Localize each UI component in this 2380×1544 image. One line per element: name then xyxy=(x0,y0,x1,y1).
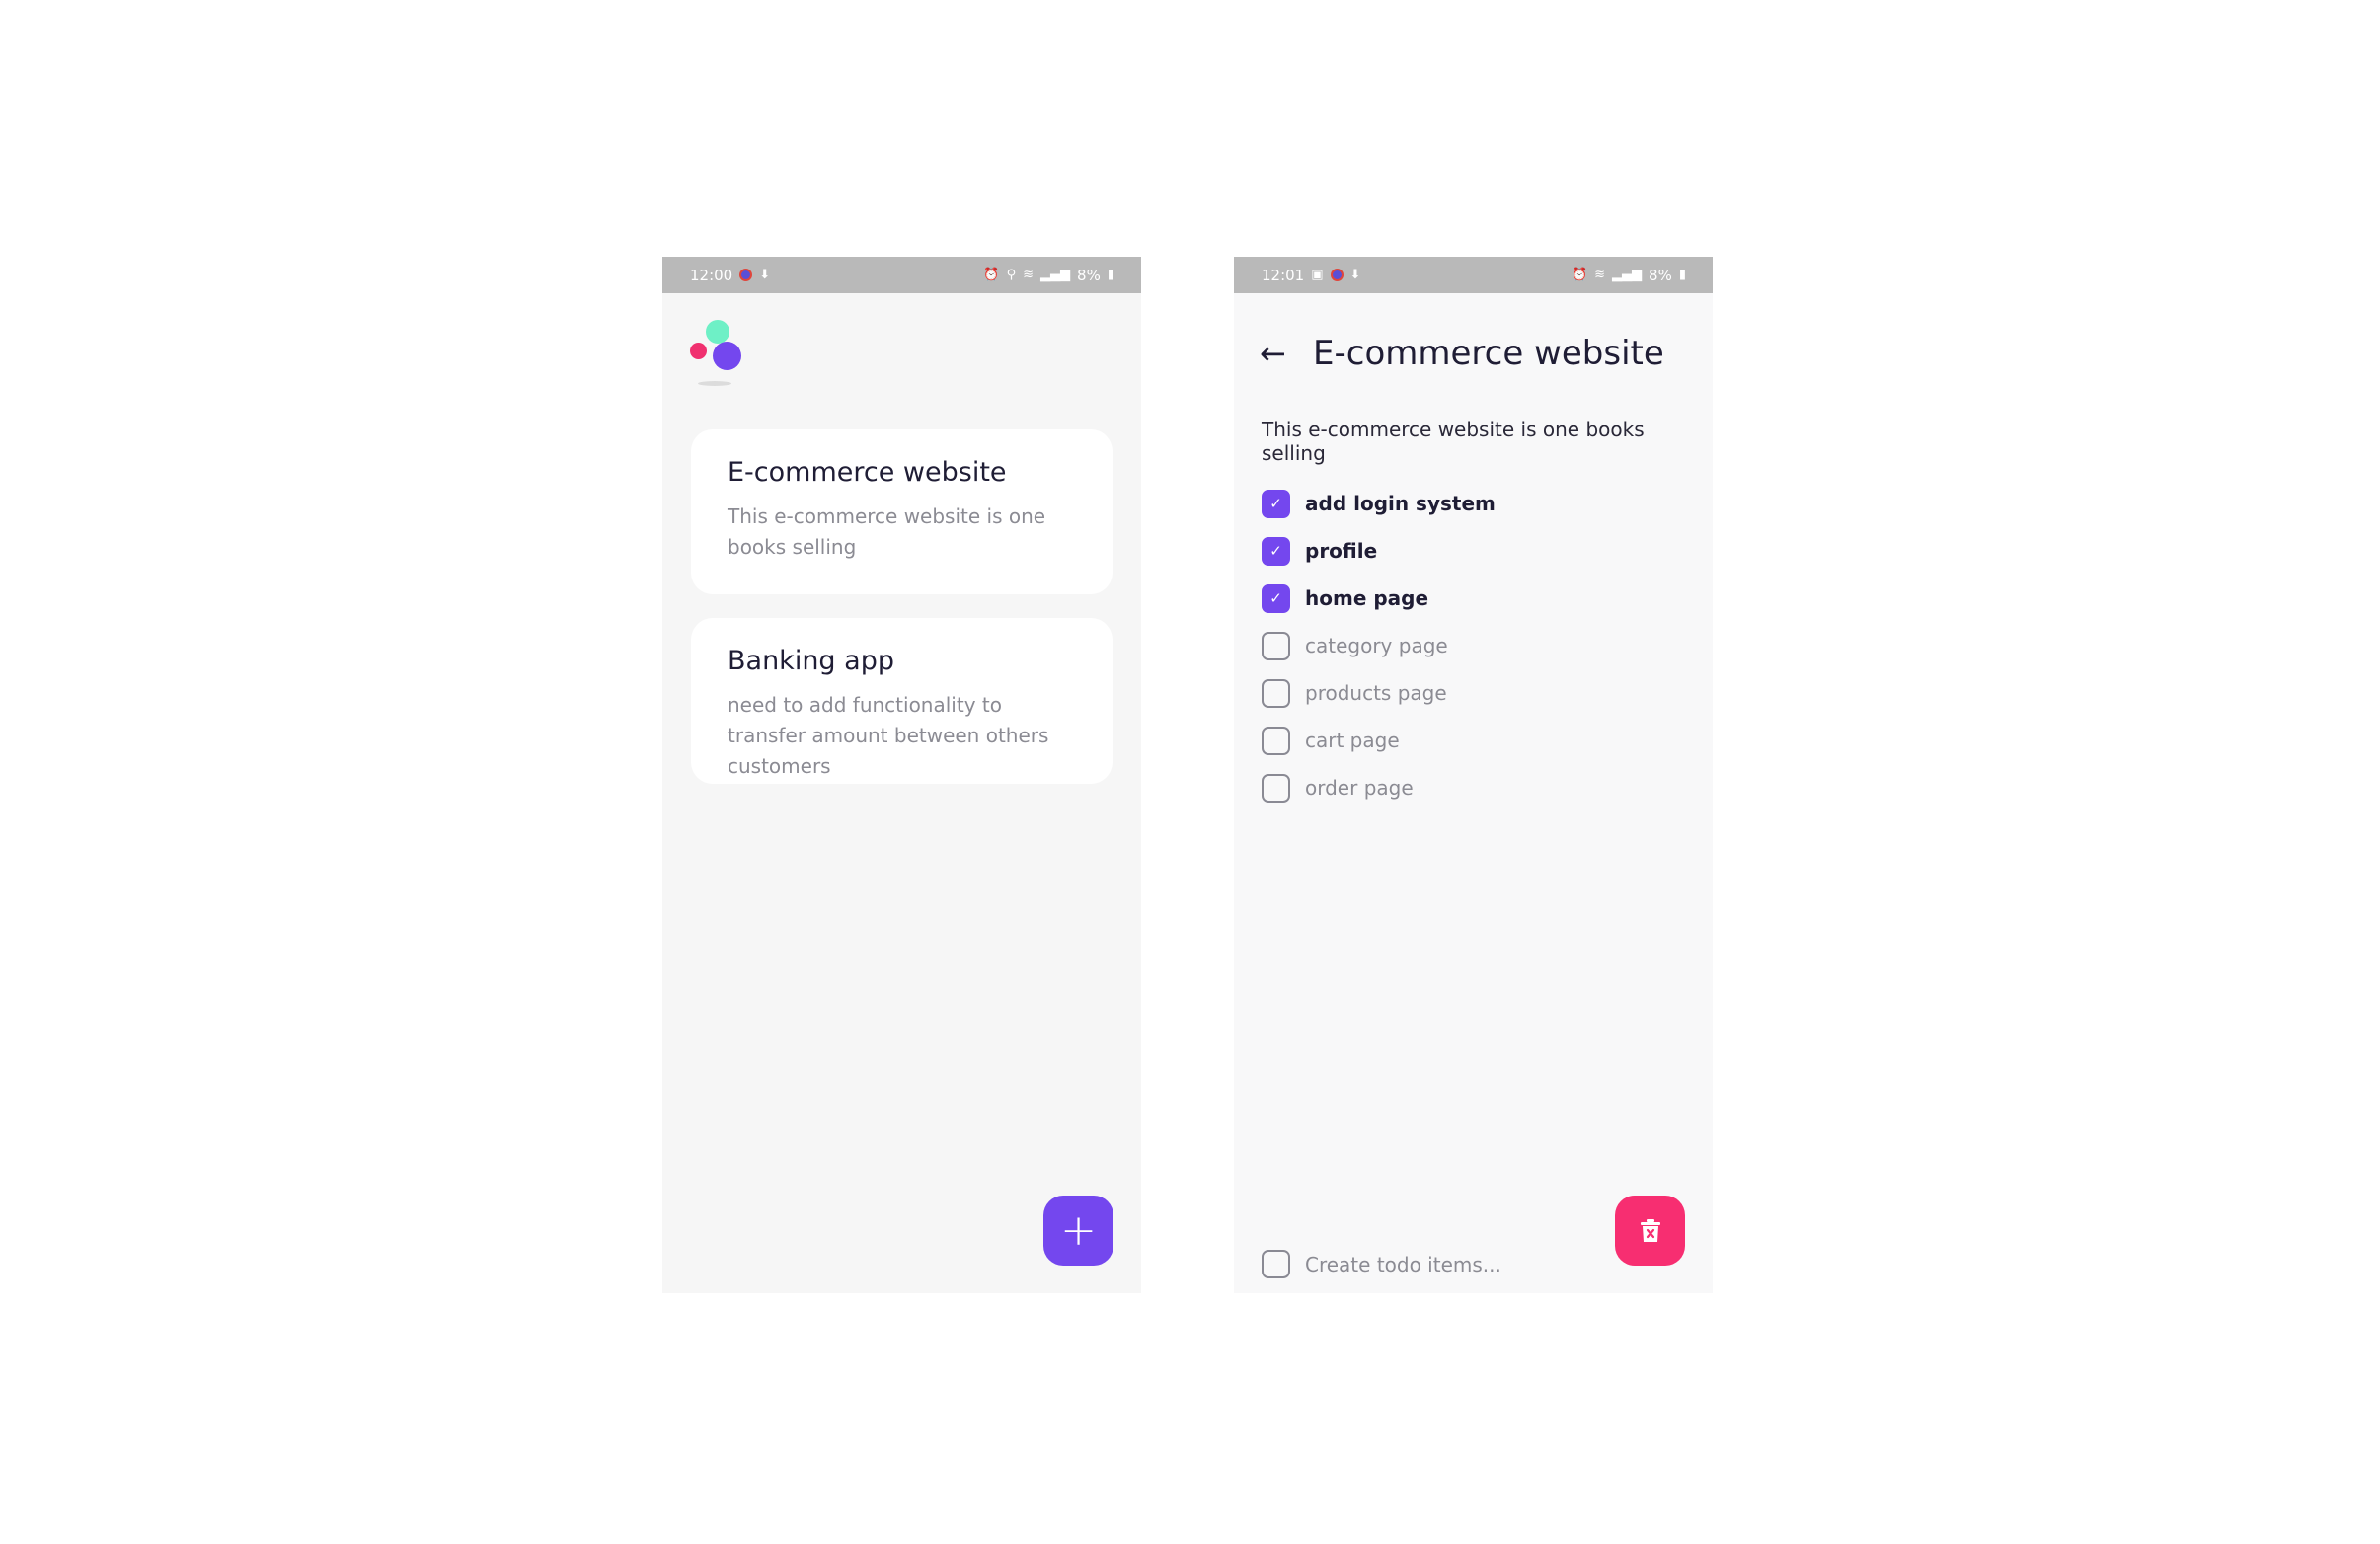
create-todo-checkbox[interactable] xyxy=(1262,1250,1290,1278)
projects-screen: 12:00 ⬇ ⏰ ⚲ ≋ ▂▄▆ 8% ▮ E-commerce websit… xyxy=(662,257,1141,1293)
create-todo-row[interactable]: Create todo items... xyxy=(1262,1250,1501,1278)
todo-checkbox[interactable]: ✓ xyxy=(1262,583,1290,613)
status-bar: 12:00 ⬇ ⏰ ⚲ ≋ ▂▄▆ 8% ▮ xyxy=(662,257,1141,293)
todo-checkbox[interactable] xyxy=(1262,631,1290,660)
app-logo-icon xyxy=(690,318,749,387)
page-title: E-commerce website xyxy=(1313,334,1664,373)
alarm-icon: ⏰ xyxy=(1571,268,1588,282)
app-notification-icon xyxy=(1330,269,1344,281)
status-time: 12:00 xyxy=(690,266,733,284)
todo-checkbox[interactable] xyxy=(1262,773,1290,803)
project-description: This e-commerce website is one books sel… xyxy=(1262,418,1645,465)
location-icon: ⚲ xyxy=(1006,268,1017,282)
download-icon: ⬇ xyxy=(1349,268,1361,282)
todo-checkbox[interactable] xyxy=(1262,678,1290,708)
project-description: This e-commerce website is one books sel… xyxy=(728,504,1046,559)
project-title: E-commerce website xyxy=(728,457,1007,488)
battery-icon: ▮ xyxy=(1107,268,1114,282)
delete-project-button[interactable] xyxy=(1615,1196,1685,1266)
project-description: need to add functionality to transfer am… xyxy=(728,693,1049,778)
download-icon: ⬇ xyxy=(759,268,771,282)
wifi-icon: ≋ xyxy=(1594,268,1606,282)
todo-checkbox[interactable]: ✓ xyxy=(1262,489,1290,518)
todo-item[interactable]: category page xyxy=(1262,622,1496,669)
todo-item[interactable]: ✓ home page xyxy=(1262,575,1496,622)
todo-item[interactable]: ✓ profile xyxy=(1262,527,1496,575)
todo-label: cart page xyxy=(1305,729,1400,752)
create-todo-input[interactable]: Create todo items... xyxy=(1305,1253,1501,1276)
todo-label: add login system xyxy=(1305,492,1496,515)
todo-checkbox[interactable] xyxy=(1262,726,1290,755)
detail-header: ← E-commerce website xyxy=(1260,334,1664,373)
todo-label: profile xyxy=(1305,539,1378,563)
image-icon: ▣ xyxy=(1311,268,1324,282)
todo-item[interactable]: ✓ add login system xyxy=(1262,480,1496,527)
battery-level: 8% xyxy=(1649,266,1672,284)
todo-label: products page xyxy=(1305,681,1447,705)
check-icon: ✓ xyxy=(1269,589,1282,607)
project-title: Banking app xyxy=(728,646,894,676)
alarm-icon: ⏰ xyxy=(983,268,1000,282)
plus-icon: + xyxy=(1060,1205,1097,1256)
todo-label: category page xyxy=(1305,634,1448,657)
battery-level: 8% xyxy=(1077,266,1101,284)
check-icon: ✓ xyxy=(1269,495,1282,512)
battery-icon: ▮ xyxy=(1678,268,1686,282)
check-icon: ✓ xyxy=(1269,542,1282,560)
add-project-button[interactable]: + xyxy=(1043,1196,1113,1266)
wifi-icon: ≋ xyxy=(1023,268,1035,282)
todo-item[interactable]: order page xyxy=(1262,764,1496,811)
project-detail-screen: 12:01 ▣ ⬇ ⏰ ≋ ▂▄▆ 8% ▮ ← E-commerce webs… xyxy=(1234,257,1713,1293)
status-time: 12:01 xyxy=(1262,266,1305,284)
todo-item[interactable]: products page xyxy=(1262,669,1496,717)
todo-list: ✓ add login system ✓ profile ✓ home page categ… xyxy=(1262,480,1496,811)
project-card[interactable]: Banking app need to add functionality to… xyxy=(691,618,1113,784)
app-notification-icon xyxy=(739,269,753,281)
arrow-left-icon[interactable]: ← xyxy=(1260,335,1289,372)
todo-label: home page xyxy=(1305,586,1429,610)
todo-label: order page xyxy=(1305,776,1414,800)
signal-icon: ▂▄▆ xyxy=(1040,268,1071,282)
todo-item[interactable]: cart page xyxy=(1262,717,1496,764)
trash-icon xyxy=(1640,1218,1660,1242)
signal-icon: ▂▄▆ xyxy=(1612,268,1643,282)
status-bar: 12:01 ▣ ⬇ ⏰ ≋ ▂▄▆ 8% ▮ xyxy=(1234,257,1713,293)
todo-checkbox[interactable]: ✓ xyxy=(1262,536,1290,566)
project-card[interactable]: E-commerce website This e-commerce websi… xyxy=(691,429,1113,594)
